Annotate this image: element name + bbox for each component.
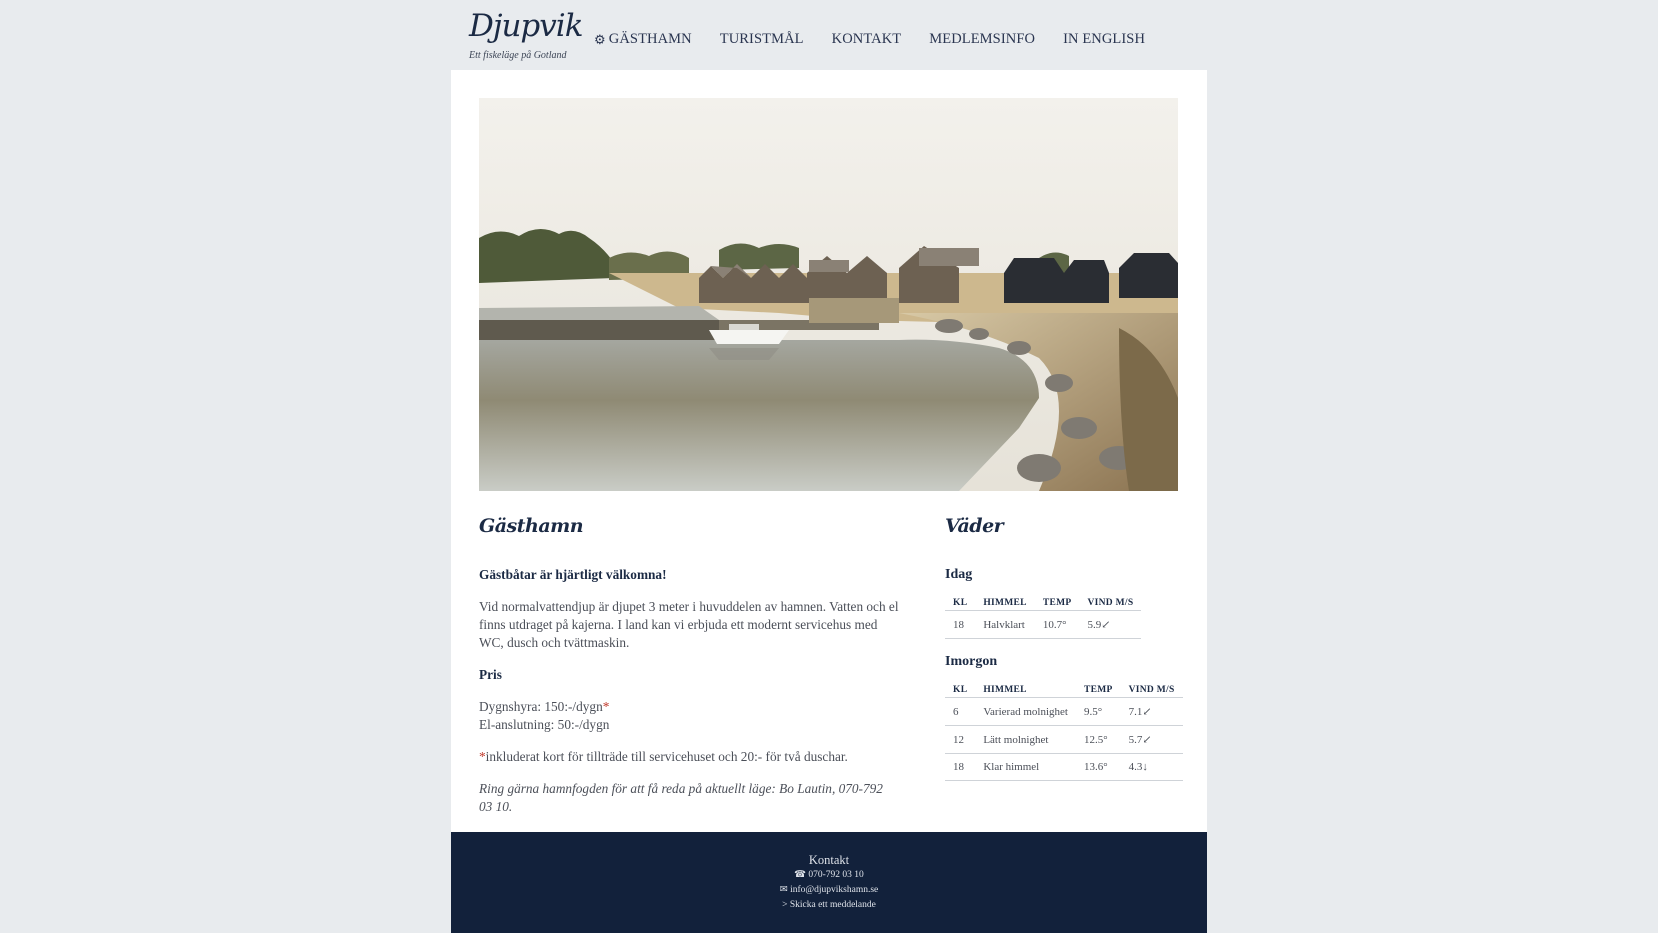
guest-harbor-section: Gästhamn Gästbåtar är hjärtligt välkomna… bbox=[479, 512, 899, 830]
weather-table-today: KL HIMMEL TEMP VIND M/S 18 Halvklart 10.… bbox=[945, 596, 1142, 639]
col-kl: KL bbox=[945, 683, 976, 698]
asterisk-mark: * bbox=[602, 699, 610, 714]
nav-item-label: GÄSTHAMN bbox=[608, 31, 692, 47]
wind-arrow-icon: ↙ bbox=[1101, 619, 1111, 631]
logo-title[interactable]: Djupvik bbox=[469, 6, 584, 46]
nav-item-kontakt[interactable]: KONTAKT bbox=[832, 31, 902, 48]
table-row: 18 Halvklart 10.7° 5.9↙ bbox=[945, 610, 1142, 639]
wind-value: 7.1 bbox=[1128, 706, 1143, 718]
contact-note: Ring gärna hamnfogden för att få reda på… bbox=[479, 781, 883, 814]
welcome-text: Gästbåtar är hjärtligt välkomna! bbox=[479, 567, 667, 582]
footer-message[interactable]: > Skicka ett meddelande bbox=[451, 898, 1207, 913]
cell-kl: 18 bbox=[945, 753, 976, 781]
price-list: Dygnshyra: 150:-/dygn* El-anslutning: 50… bbox=[479, 698, 899, 734]
weather-title: Väder bbox=[945, 515, 1004, 537]
table-row: 6 Varierad molnighet 9.5° 7.1↙ bbox=[945, 697, 1183, 726]
cell-kl: 12 bbox=[945, 725, 976, 754]
col-himmel: HIMMEL bbox=[975, 596, 1035, 611]
cell-wind: 7.1↙ bbox=[1120, 697, 1183, 726]
cell-sky: Halvklart bbox=[975, 610, 1035, 639]
footer-phone[interactable]: ☎ 070-792 03 10 bbox=[451, 868, 1207, 883]
cell-wind: 5.7↙ bbox=[1120, 725, 1183, 754]
harbor-photo bbox=[479, 98, 1178, 491]
content-card: Gästhamn Gästbåtar är hjärtligt välkomna… bbox=[451, 70, 1207, 832]
main-nav: ⚙ GÄSTHAMN TURISTMÅL KONTAKT MEDLEMSINFO… bbox=[594, 31, 1173, 48]
cell-sky: Lätt molnighet bbox=[975, 725, 1076, 754]
nav-item-turistmal[interactable]: TURISTMÅL bbox=[720, 31, 804, 48]
logo[interactable]: Djupvik Ett fiskeläge på Gotland bbox=[469, 6, 584, 61]
cell-temp: 9.5° bbox=[1075, 697, 1121, 726]
col-himmel: HIMMEL bbox=[975, 683, 1076, 698]
cell-temp: 10.7° bbox=[1034, 610, 1080, 639]
wind-value: 5.9 bbox=[1087, 619, 1102, 631]
col-temp: TEMP bbox=[1034, 596, 1080, 611]
section-title: Gästhamn bbox=[479, 515, 584, 537]
table-row: 18 Klar himmel 13.6° 4.3↓ bbox=[945, 753, 1183, 781]
cell-temp: 12.5° bbox=[1075, 725, 1121, 754]
wind-arrow-icon: ↓ bbox=[1142, 761, 1148, 773]
footer-title: Kontakt bbox=[808, 853, 850, 867]
cell-sky: Klar himmel bbox=[975, 753, 1076, 781]
footer-email[interactable]: ✉ info@djupvikshamn.se bbox=[451, 883, 1207, 898]
table-header-row: KL HIMMEL TEMP VIND M/S bbox=[945, 683, 1183, 698]
nav-item-in-english[interactable]: IN ENGLISH bbox=[1063, 31, 1145, 48]
wind-arrow-icon: ↙ bbox=[1142, 734, 1152, 746]
weather-section: Väder Idag KL HIMMEL TEMP VIND M/S 18 Ha… bbox=[945, 512, 1185, 795]
mail-icon: ✉ bbox=[779, 885, 788, 895]
intro-text: Vid normalvattendjup är djupet 3 meter i… bbox=[479, 599, 899, 650]
col-kl: KL bbox=[945, 596, 976, 611]
wind-value: 5.7 bbox=[1128, 734, 1143, 746]
wind-value: 4.3 bbox=[1128, 761, 1143, 773]
footnote: *inkluderat kort för tillträde till serv… bbox=[479, 748, 899, 766]
col-vind: VIND M/S bbox=[1079, 596, 1142, 611]
send-message-link[interactable]: Skicka ett meddelande bbox=[790, 900, 876, 910]
col-vind: VIND M/S bbox=[1120, 683, 1183, 698]
cell-temp: 13.6° bbox=[1075, 753, 1121, 781]
phone-icon: ☎ bbox=[794, 870, 807, 880]
price-electric: El-anslutning: 50:-/dygn bbox=[479, 717, 610, 732]
table-header-row: KL HIMMEL TEMP VIND M/S bbox=[945, 596, 1142, 611]
footnote-text: inkluderat kort för tillträde till servi… bbox=[485, 749, 848, 764]
cell-kl: 6 bbox=[945, 697, 976, 726]
logo-subtitle: Ett fiskeläge på Gotland bbox=[469, 50, 567, 61]
weather-table-tomorrow: KL HIMMEL TEMP VIND M/S 6 Varierad molni… bbox=[945, 683, 1183, 781]
phone-number[interactable]: 070-792 03 10 bbox=[808, 870, 863, 880]
cell-wind: 5.9↙ bbox=[1079, 610, 1142, 639]
price-daily: Dygnshyra: 150:-/dygn bbox=[479, 699, 603, 714]
col-temp: TEMP bbox=[1075, 683, 1121, 698]
price-heading: Pris bbox=[479, 667, 502, 682]
cell-wind: 4.3↓ bbox=[1120, 753, 1183, 781]
cell-kl: 18 bbox=[945, 610, 976, 639]
table-row: 12 Lätt molnighet 12.5° 5.7↙ bbox=[945, 725, 1183, 754]
cell-sky: Varierad molnighet bbox=[975, 697, 1076, 726]
site-footer: Kontakt ☎ 070-792 03 10 ✉ info@djupviksh… bbox=[451, 832, 1207, 933]
tomorrow-heading: Imorgon bbox=[945, 654, 998, 669]
nav-item-medlemsinfo[interactable]: MEDLEMSINFO bbox=[929, 31, 1035, 48]
wind-arrow-icon: ↙ bbox=[1142, 706, 1152, 718]
site-header: Djupvik Ett fiskeläge på Gotland ⚙ GÄSTH… bbox=[451, 0, 1207, 70]
gear-icon: ⚙ bbox=[594, 31, 606, 47]
today-heading: Idag bbox=[945, 567, 973, 582]
email-link[interactable]: info@djupvikshamn.se bbox=[790, 885, 878, 895]
asterisk-mark: * bbox=[479, 749, 486, 764]
nav-item-gasthamn[interactable]: ⚙ GÄSTHAMN bbox=[594, 31, 692, 48]
chevron-right-icon: > bbox=[782, 900, 788, 910]
